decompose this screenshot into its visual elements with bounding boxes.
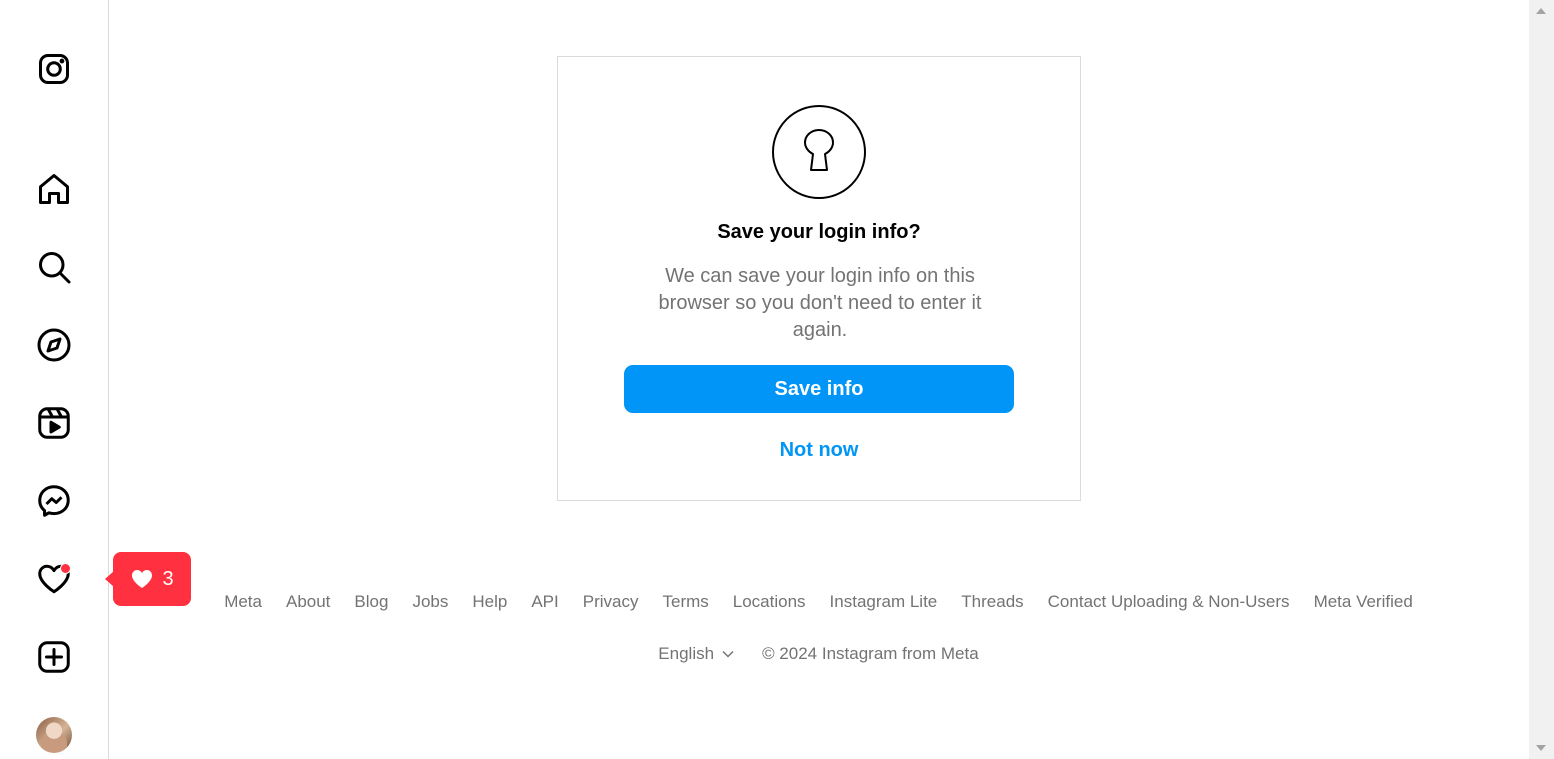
vertical-scrollbar[interactable] [1529, 0, 1554, 759]
notifications-heart-icon[interactable] [34, 559, 74, 599]
footer-link-about[interactable]: About [286, 592, 330, 612]
explore-compass-icon[interactable] [34, 325, 74, 365]
reels-icon[interactable] [34, 403, 74, 443]
save-login-dialog: Save your login info? We can save your l… [557, 56, 1081, 501]
footer-link-contact-uploading[interactable]: Contact Uploading & Non-Users [1048, 592, 1290, 612]
not-now-button[interactable]: Not now [558, 439, 1080, 462]
footer-link-threads[interactable]: Threads [961, 592, 1023, 612]
sidebar [0, 0, 109, 759]
footer-link-locations[interactable]: Locations [733, 592, 806, 612]
heart-icon [132, 570, 153, 588]
search-icon[interactable] [34, 247, 74, 287]
keyhole-lock-icon [772, 105, 866, 199]
footer-link-meta-verified[interactable]: Meta Verified [1314, 592, 1413, 612]
notification-count: 3 [162, 567, 174, 590]
save-info-button[interactable]: Save info [624, 365, 1014, 413]
home-icon[interactable] [34, 169, 74, 209]
footer-bottom: English © 2024 Instagram from Meta [192, 644, 1445, 664]
footer-link-help[interactable]: Help [472, 592, 507, 612]
create-plus-icon[interactable] [34, 637, 74, 677]
language-selector[interactable]: English [658, 644, 736, 664]
footer-link-terms[interactable]: Terms [662, 592, 708, 612]
footer-link-jobs[interactable]: Jobs [412, 592, 448, 612]
chevron-down-icon [722, 650, 734, 658]
profile-avatar[interactable] [36, 717, 72, 753]
scroll-down-arrow-icon[interactable] [1536, 745, 1546, 751]
copyright-text: © 2024 Instagram from Meta [762, 644, 979, 663]
footer-link-instagram-lite[interactable]: Instagram Lite [830, 592, 938, 612]
instagram-logo-icon[interactable] [34, 49, 74, 89]
footer-links: Meta About Blog Jobs Help API Privacy Te… [192, 592, 1445, 612]
dialog-body: We can save your login info on this brow… [658, 265, 982, 341]
dialog-title: Save your login info? [717, 221, 921, 243]
footer-link-privacy[interactable]: Privacy [583, 592, 639, 612]
footer-link-blog[interactable]: Blog [354, 592, 388, 612]
notification-tooltip[interactable]: 3 [105, 552, 191, 606]
notification-dot [60, 563, 71, 574]
footer-link-meta[interactable]: Meta [224, 592, 262, 612]
scroll-up-arrow-icon[interactable] [1536, 8, 1546, 14]
language-label: English [658, 644, 715, 663]
messenger-icon[interactable] [34, 481, 74, 521]
footer-link-api[interactable]: API [531, 592, 558, 612]
